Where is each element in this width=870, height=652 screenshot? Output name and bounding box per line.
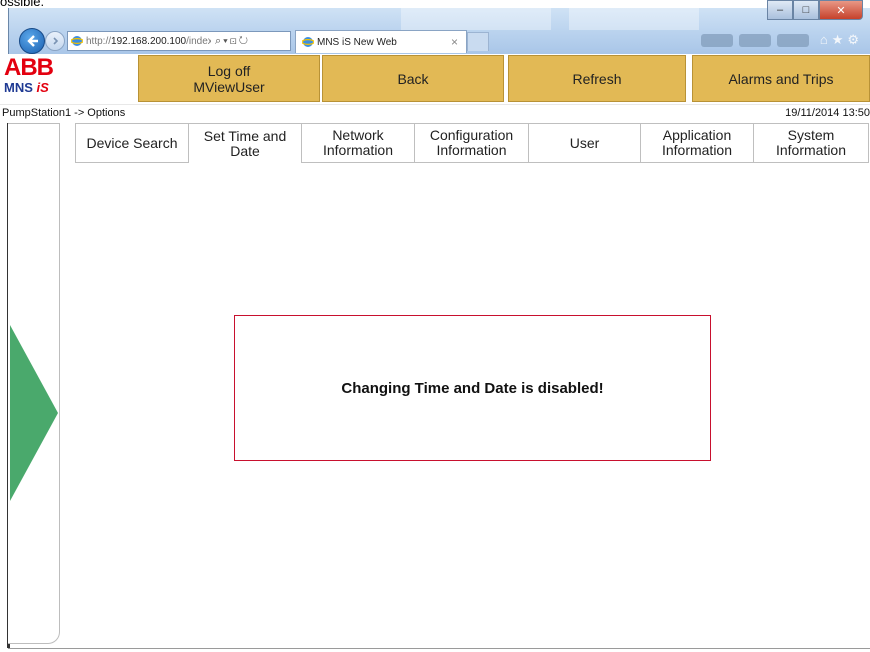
browser-toolbar-blur xyxy=(701,34,809,47)
home-icon[interactable]: ⌂ xyxy=(820,32,832,47)
datetime: 19/11/2014 13:50 xyxy=(785,107,870,119)
titlebar-blur xyxy=(569,8,699,30)
tab-label: Set Time and Date xyxy=(203,127,287,159)
tab-set-time-and-date[interactable]: Set Time and Date xyxy=(189,123,302,163)
tab-user[interactable]: User xyxy=(529,123,641,163)
tab-label: User xyxy=(569,134,600,151)
ie-icon xyxy=(71,36,83,46)
browser-tab-title: MNS iS New Web xyxy=(317,36,397,48)
refresh-label: Refresh xyxy=(572,70,622,87)
minimize-button[interactable]: – xyxy=(767,0,793,20)
alarms-and-trips-button[interactable]: Alarms and Trips xyxy=(692,55,870,102)
arrow-left-icon xyxy=(27,35,38,47)
browser-chrome: http://192.168.200.100/index.p ⌕▾⊡↻ MNS … xyxy=(8,0,870,54)
browser-back-button[interactable] xyxy=(19,28,45,54)
ie-icon xyxy=(302,37,314,47)
tab-network-information[interactable]: Network Information xyxy=(302,123,415,163)
tab-label: Configuration Information xyxy=(429,127,514,158)
header-divider xyxy=(0,104,870,105)
tab-label: Application Information xyxy=(661,127,733,158)
tab-system-information[interactable]: System Information xyxy=(754,123,869,163)
star-icon[interactable]: ★ xyxy=(832,32,848,47)
tab-label: Device Search xyxy=(86,134,178,151)
breadcrumb: PumpStation1 -> Options xyxy=(2,107,126,119)
back-label: Back xyxy=(397,70,429,87)
logoff-label: Log off MViewUser xyxy=(193,62,265,95)
app-header: ABB MNS iS Log off MViewUser Back Refresh… xyxy=(0,55,870,103)
address-bar[interactable]: http://192.168.200.100/index.p ⌕▾⊡↻ xyxy=(67,31,291,51)
gear-icon[interactable]: ⚙ xyxy=(847,32,863,47)
browser-forward-button[interactable] xyxy=(45,31,65,51)
options-tabs: Device Search Set Time and Date Network In… xyxy=(75,123,869,164)
browser-icons: ⌂★⚙ xyxy=(820,32,863,48)
message-box: Changing Time and Date is disabled! xyxy=(234,315,711,461)
alarms-label: Alarms and Trips xyxy=(728,70,834,87)
tab-application-information[interactable]: Application Information xyxy=(641,123,754,163)
tab-label: Network Information xyxy=(322,127,394,158)
window-controls: – □ ✕ xyxy=(767,0,863,20)
address-url: http://192.168.200.100/index.p xyxy=(86,35,211,47)
close-window-button[interactable]: ✕ xyxy=(819,0,863,20)
abb-logo: ABB MNS iS xyxy=(4,55,84,103)
arrow-right-icon xyxy=(53,37,59,45)
titlebar-blur xyxy=(401,8,551,30)
logo-mns-text: MNS iS xyxy=(4,80,49,95)
browser-tab[interactable]: MNS iS New Web × xyxy=(295,30,467,53)
expand-arrow-icon[interactable] xyxy=(10,325,58,501)
new-tab-button[interactable] xyxy=(467,32,489,51)
bottom-border xyxy=(8,648,870,649)
logo-abb-text: ABB xyxy=(4,54,54,81)
refresh-button[interactable]: Refresh xyxy=(508,55,686,102)
tab-label: System Information xyxy=(775,127,847,158)
maximize-button[interactable]: □ xyxy=(793,0,819,20)
tab-device-search[interactable]: Device Search xyxy=(75,123,189,163)
address-tools[interactable]: ⌕▾⊡↻ xyxy=(215,35,250,48)
tab-configuration-information[interactable]: Configuration Information xyxy=(415,123,529,163)
logoff-button[interactable]: Log off MViewUser xyxy=(138,55,320,102)
close-tab-icon[interactable]: × xyxy=(451,35,458,49)
message-text: Changing Time and Date is disabled! xyxy=(341,379,604,397)
back-button[interactable]: Back xyxy=(322,55,504,102)
